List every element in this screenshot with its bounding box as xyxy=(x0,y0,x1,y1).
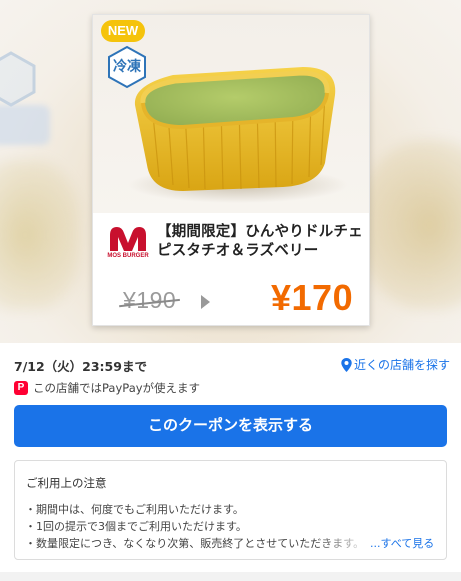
arrow-right-icon xyxy=(201,295,210,309)
find-nearby-store-link[interactable]: 近くの店舗を探す xyxy=(341,356,450,373)
blurred-product-right xyxy=(360,140,461,310)
mos-burger-logo xyxy=(110,227,146,251)
paypay-icon: P xyxy=(14,381,28,395)
frozen-label: 冷凍 xyxy=(113,59,141,75)
coupon-title-line2: ピスタチオ＆ラズベリー xyxy=(157,243,319,259)
usage-notice-box: ご利用上の注意 ・期間中は、何度でもご利用いただけます。 ・1回の提示で3個まで… xyxy=(14,460,447,560)
original-price: ¥190 xyxy=(123,287,177,313)
show-coupon-button[interactable]: このクーポンを表示する xyxy=(14,405,447,447)
mos-burger-logo-text: MOS BURGER xyxy=(107,253,149,259)
notice-item: ・1回の提示で3個までご利用いただけます。 xyxy=(25,520,247,533)
coupon-title-line1: 【期間限定】ひんやりドルチェ xyxy=(157,224,363,240)
blurred-hex-icon xyxy=(0,51,36,107)
product-photo: NEW 冷凍 xyxy=(93,15,369,213)
notice-item: ・期間中は、何度でもご利用いただけます。 xyxy=(25,503,244,516)
bottom-divider xyxy=(0,572,461,581)
location-pin-icon xyxy=(341,357,352,372)
product-image xyxy=(128,67,348,203)
paypay-note: この店舗ではPayPayが使えます xyxy=(33,381,201,395)
coupon-card[interactable]: NEW 冷凍 MOS BURGER 【期間限定】ひんやりドルチェ ピスタチオ＆ラ… xyxy=(92,14,370,326)
coupon-title: 【期間限定】ひんやりドルチェ ピスタチオ＆ラズベリー xyxy=(157,223,367,261)
notice-fade xyxy=(315,531,375,551)
notice-title: ご利用上の注意 xyxy=(26,476,107,490)
paypay-availability: P この店舗ではPayPayが使えます xyxy=(14,380,200,396)
blurred-cup xyxy=(0,105,50,145)
expiry-deadline: 7/12（火）23:59まで xyxy=(14,359,147,374)
new-badge: NEW xyxy=(101,20,145,42)
see-all-link[interactable]: ...すべて見る xyxy=(370,535,434,551)
find-nearby-store-label[interactable]: 近くの店舗を探す xyxy=(354,356,450,373)
discount-price: ¥170 xyxy=(271,277,354,318)
blurred-product-left xyxy=(0,160,80,310)
